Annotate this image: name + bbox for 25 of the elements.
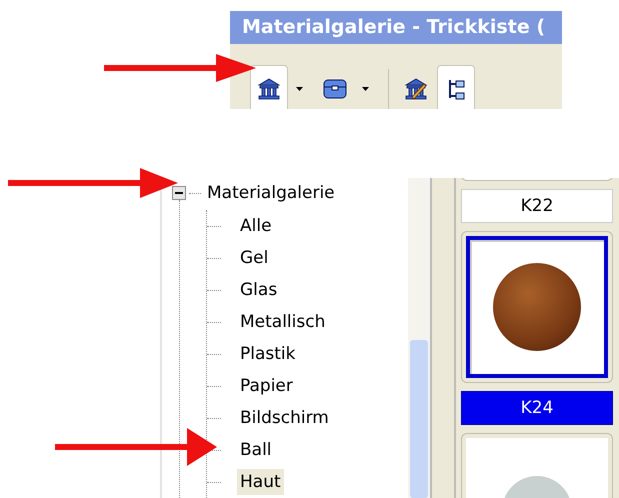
temple-pencil-icon — [404, 78, 428, 100]
tree-item[interactable]: Ball — [237, 437, 275, 463]
tree-item[interactable]: Glas — [237, 277, 280, 303]
window-title: Materialgalerie - Trickkiste ( — [242, 16, 545, 38]
material-tile[interactable] — [461, 433, 613, 498]
tree-item[interactable]: Papier — [237, 373, 296, 399]
tree-item[interactable]: Gel — [237, 245, 272, 271]
temple-icon — [257, 78, 281, 100]
tree-item[interactable]: Bildschirm — [237, 405, 332, 431]
caret-icon — [362, 87, 368, 91]
tree-item[interactable]: Alle — [237, 213, 275, 239]
chest-icon — [322, 78, 348, 100]
caret-icon — [296, 87, 302, 91]
tree-item[interactable]: Plastik — [237, 341, 298, 367]
toolbar-button[interactable] — [437, 65, 475, 109]
tree-item[interactable]: Haut — [237, 469, 284, 495]
toolbar-button[interactable] — [250, 65, 288, 109]
scrollbar-thumb[interactable] — [410, 340, 428, 498]
scrollbar[interactable] — [408, 178, 430, 498]
material-caption[interactable]: K22 — [461, 189, 613, 223]
material-tile[interactable] — [461, 231, 613, 383]
tree-item[interactable]: Materialgalerie — [204, 180, 338, 206]
material-caption[interactable]: K24 — [461, 391, 613, 425]
collapse-icon[interactable] — [172, 186, 186, 200]
tree-item[interactable]: Metallisch — [237, 309, 328, 335]
